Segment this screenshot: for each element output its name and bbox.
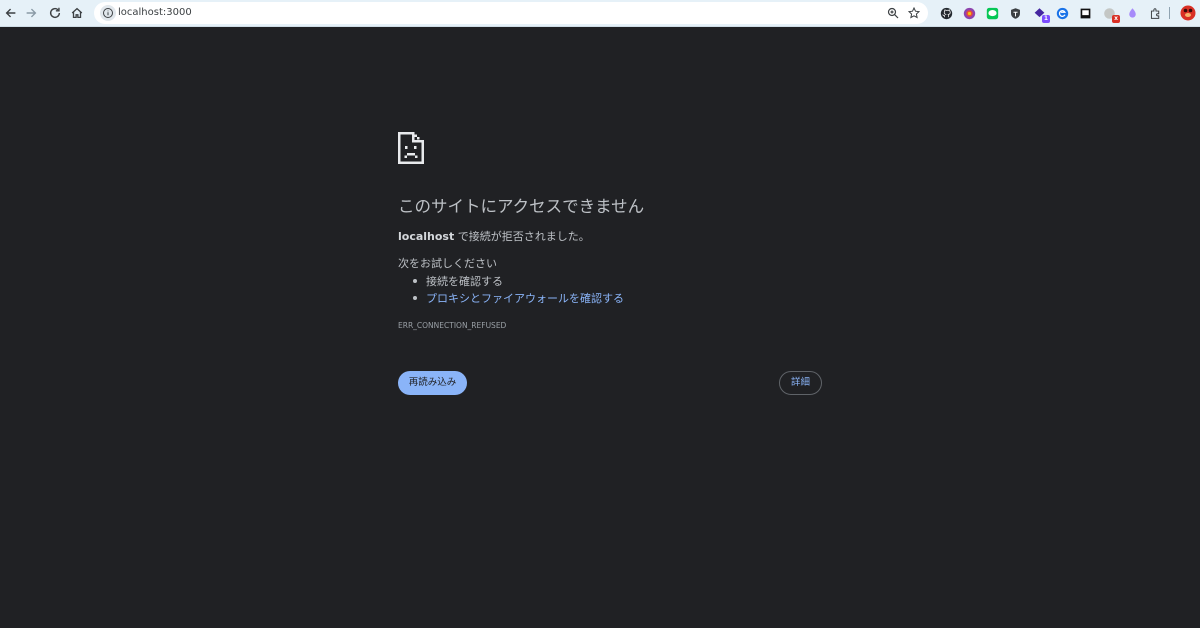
error-code: ERR_CONNECTION_REFUSED xyxy=(398,321,507,330)
extension-badge: 1 xyxy=(1042,15,1050,23)
home-icon xyxy=(71,7,83,19)
suggestions-list: 接続を確認する プロキシとファイアウォールを確認する xyxy=(398,273,624,307)
bookmark-button[interactable] xyxy=(907,6,921,20)
info-icon xyxy=(103,8,113,18)
extension-badge: x xyxy=(1112,15,1120,23)
square-ext-icon xyxy=(1080,8,1090,18)
suggestion-check-connection: 接続を確認する xyxy=(426,275,503,288)
extensions-menu-button[interactable] xyxy=(1148,6,1162,20)
site-info-button[interactable] xyxy=(100,5,116,21)
shield-ext-icon xyxy=(1010,7,1020,19)
list-item[interactable]: プロキシとファイアウォールを確認する xyxy=(398,290,624,307)
reload-page-button[interactable] xyxy=(46,4,64,22)
edge-extension[interactable] xyxy=(1055,6,1069,20)
reload-button[interactable]: 再読み込み xyxy=(398,371,467,395)
details-button[interactable]: 詳細 xyxy=(779,371,822,395)
extensions-puzzle-icon xyxy=(1150,7,1159,19)
profile-avatar-icon xyxy=(1180,5,1196,21)
github-extension[interactable] xyxy=(939,6,953,20)
sad-document-icon xyxy=(398,132,424,164)
back-icon xyxy=(5,8,16,18)
line-extension[interactable] xyxy=(985,6,999,20)
zoom-icon xyxy=(887,7,899,19)
error-title: このサイトにアクセスできません xyxy=(398,197,645,216)
profile-button[interactable] xyxy=(1180,5,1196,21)
crystal-ext-icon xyxy=(1128,7,1136,18)
chrome-ext-icon xyxy=(963,7,975,19)
bookmark-star-icon xyxy=(908,7,920,19)
error-description-text: で接続が拒否されました。 xyxy=(454,230,590,243)
chrome-extension[interactable] xyxy=(962,6,976,20)
bullet xyxy=(413,279,417,283)
error-description: localhost で接続が拒否されました。 xyxy=(398,229,590,245)
square-extension[interactable] xyxy=(1078,6,1092,20)
browser-toolbar: localhost:3000 1 x xyxy=(0,0,1200,27)
bullet xyxy=(413,296,417,300)
zoom-button[interactable] xyxy=(886,6,900,20)
reload-icon xyxy=(49,7,61,19)
github-icon xyxy=(940,7,952,19)
toolbar-divider xyxy=(1169,7,1170,19)
crystal-extension[interactable] xyxy=(1125,6,1139,20)
suggestions-title: 次をお試しください xyxy=(398,257,497,270)
purple-extension[interactable]: 1 xyxy=(1032,6,1050,23)
forward-button[interactable] xyxy=(22,4,40,22)
shield-extension[interactable] xyxy=(1008,6,1022,20)
edge-ext-icon xyxy=(1056,7,1068,19)
back-button[interactable] xyxy=(2,4,20,22)
forward-icon xyxy=(26,8,37,18)
address-bar[interactable]: localhost:3000 xyxy=(94,2,928,24)
line-icon xyxy=(986,7,998,19)
home-button[interactable] xyxy=(68,4,86,22)
list-item: 接続を確認する xyxy=(398,273,624,290)
error-page-icon xyxy=(398,132,424,164)
url-text[interactable]: localhost:3000 xyxy=(118,6,192,20)
suggestion-check-proxy-link[interactable]: プロキシとファイアウォールを確認する xyxy=(426,292,624,305)
error-host: localhost xyxy=(398,230,455,243)
gray-extension[interactable]: x xyxy=(1102,6,1120,23)
